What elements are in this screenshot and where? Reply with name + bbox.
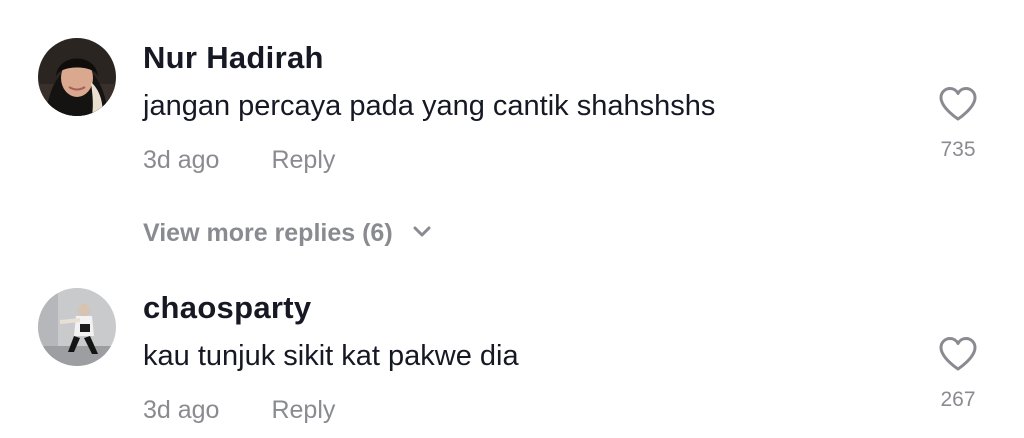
comment-text: kau tunjuk sikit kat pakwe dia bbox=[143, 340, 519, 372]
reply-button[interactable]: Reply bbox=[271, 146, 335, 174]
comment-text: jangan percaya pada yang cantik shahshsh… bbox=[143, 90, 716, 122]
chevron-down-icon bbox=[413, 226, 431, 237]
comment-username[interactable]: Nur Hadirah bbox=[143, 40, 324, 76]
comment-time: 3d ago bbox=[143, 396, 220, 424]
comment-meta: 3d ago Reply bbox=[143, 146, 335, 175]
comment-meta: 3d ago Reply bbox=[143, 396, 335, 425]
user-avatar-photo bbox=[38, 38, 116, 116]
heart-icon[interactable] bbox=[938, 86, 978, 122]
user-avatar-photo bbox=[38, 288, 116, 366]
like-count: 267 bbox=[940, 388, 976, 411]
avatar[interactable] bbox=[38, 38, 116, 116]
heart-icon[interactable] bbox=[938, 336, 978, 372]
comment-time: 3d ago bbox=[143, 146, 220, 174]
like-control: 267 bbox=[930, 336, 986, 412]
comment-username[interactable]: chaosparty bbox=[143, 290, 311, 326]
like-count: 735 bbox=[940, 138, 976, 161]
view-more-label: View more replies (6) bbox=[143, 219, 393, 247]
avatar[interactable] bbox=[38, 288, 116, 366]
reply-button[interactable]: Reply bbox=[271, 396, 335, 424]
view-more-replies-button[interactable]: View more replies (6) bbox=[143, 219, 432, 248]
like-control: 735 bbox=[930, 86, 986, 162]
